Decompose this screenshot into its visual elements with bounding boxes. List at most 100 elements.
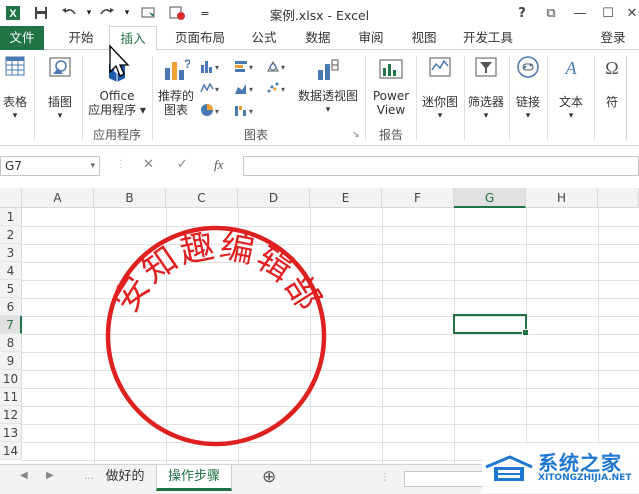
links-label: 链接 (515, 95, 540, 109)
group-label-apps: 应用程序 (92, 128, 141, 142)
power-view-button[interactable]: Power View (369, 56, 413, 117)
red-stamp[interactable]: 安知趣编辑部 (0, 188, 639, 464)
svg-text:▾: ▾ (215, 85, 219, 94)
column-chart-icon[interactable]: ▾ (200, 58, 222, 74)
tab-file[interactable]: 文件 (0, 26, 44, 50)
help-button[interactable]: ? (512, 3, 532, 23)
pivot-chart-button[interactable]: 数据透视图 ▾ (296, 56, 360, 117)
symbols-icon: Ω (597, 54, 627, 83)
tab-split-handle-icon[interactable]: ⋮ (380, 472, 390, 483)
illustrations-dropdown-icon: ▾ (57, 111, 63, 121)
group-separator (152, 56, 153, 140)
sparklines-label: 迷你图 (421, 95, 458, 109)
tab-formulas[interactable]: 公式 (242, 26, 286, 50)
sparklines-dropdown-icon: ▾ (437, 111, 443, 121)
text-button[interactable]: A 文本 ▾ (551, 54, 591, 123)
ribbon-display-button[interactable]: ⧉ (541, 3, 561, 23)
recommended-charts-label-2: 图表 (163, 103, 188, 117)
group-separator (547, 56, 548, 140)
group-label-reports: 报告 (378, 128, 403, 142)
svg-text:▾: ▾ (215, 63, 219, 72)
more-sheets-icon[interactable]: … (84, 471, 94, 482)
recommended-charts-label-1: 推荐的 (157, 89, 194, 103)
bar-chart-icon[interactable]: ▾ (234, 58, 256, 74)
dialog-launcher-icon[interactable]: ↘ (352, 130, 360, 140)
insert-function-button[interactable]: fx (214, 157, 223, 173)
text-dropdown-icon: ▾ (568, 111, 574, 121)
table-button[interactable]: 表格 ▾ (0, 54, 30, 123)
sparklines-button[interactable]: 迷你图 ▾ (418, 54, 462, 123)
add-sheet-button[interactable]: ⊕ (262, 467, 276, 487)
table-dropdown-icon: ▾ (12, 111, 18, 121)
group-separator (509, 56, 510, 140)
formula-bar-handle-icon: ⋮ (116, 159, 126, 170)
tab-view[interactable]: 视图 (402, 26, 446, 50)
minimize-button[interactable]: — (570, 3, 590, 23)
recommended-charts-icon: ? (156, 56, 196, 87)
stamp-text: 安知趣编辑部 (106, 226, 329, 320)
scroll-left-icon[interactable]: ◀ (20, 470, 28, 481)
sheet-tab-done[interactable]: 做好的 (96, 465, 154, 491)
table-label: 表格 (2, 95, 27, 109)
group-separator (82, 56, 83, 140)
name-box[interactable]: G7 ▾ (0, 156, 100, 176)
symbols-button[interactable]: Ω 符 (597, 54, 627, 109)
watermark: 系统之家 XITONGZHIJIA.NET (482, 443, 639, 493)
scroll-right-icon[interactable]: ▶ (46, 470, 54, 481)
illustrations-label: 插图 (47, 95, 72, 109)
signin-link[interactable]: 登录 (593, 26, 633, 50)
group-separator (464, 56, 465, 140)
hierarchy-chart-icon[interactable]: ▾ (266, 58, 288, 74)
tab-page-layout[interactable]: 页面布局 (168, 26, 232, 50)
ribbon-scroll[interactable] (626, 56, 639, 140)
svg-text:▾: ▾ (215, 107, 219, 116)
tab-review[interactable]: 审阅 (349, 26, 393, 50)
illustrations-icon (40, 54, 80, 83)
waterfall-chart-icon[interactable]: ▾ (234, 102, 256, 118)
svg-text:▾: ▾ (281, 85, 285, 94)
pie-chart-icon[interactable]: ▾ (200, 102, 222, 118)
symbols-label: 符 (605, 95, 618, 109)
group-label-charts: 图表 (243, 128, 268, 142)
tab-home[interactable]: 开始 (58, 26, 104, 50)
recommended-charts-button[interactable]: ? 推荐的 图表 (156, 56, 196, 117)
power-view-label-1: Power (372, 89, 410, 103)
worksheet-grid[interactable]: A B C D E F G H 1 2 3 4 5 6 7 8 9 10 11 … (0, 188, 639, 464)
formula-input[interactable] (243, 156, 639, 176)
svg-text:▾: ▾ (249, 107, 253, 116)
stamp-text-path: 安知趣编辑部 (106, 226, 327, 320)
cancel-entry-button[interactable]: ✕ (143, 157, 154, 172)
confirm-entry-button[interactable]: ✓ (177, 157, 188, 172)
power-view-icon (369, 56, 413, 87)
sheet-tab-steps[interactable]: 操作步骤 (156, 465, 232, 491)
power-view-label-2: View (376, 103, 406, 117)
office-apps-label-1: Office (99, 89, 135, 103)
group-separator (365, 56, 366, 140)
group-separator (594, 56, 595, 140)
formula-bar: G7 ▾ ⋮ ✕ ✓ fx (0, 152, 639, 180)
filters-button[interactable]: 筛选器 ▾ (466, 54, 506, 123)
svg-text:▾: ▾ (249, 63, 253, 72)
group-separator (34, 56, 35, 140)
links-dropdown-icon: ▾ (525, 111, 531, 121)
close-button[interactable]: ✕ (622, 3, 639, 23)
name-box-dropdown-icon[interactable]: ▾ (90, 157, 95, 175)
tab-data[interactable]: 数据 (296, 26, 340, 50)
svg-text:A: A (565, 58, 578, 78)
scatter-chart-icon[interactable]: ▾ (266, 80, 288, 96)
pivot-chart-dropdown-icon: ▾ (325, 105, 331, 115)
filters-label: 筛选器 (467, 95, 504, 109)
illustrations-button[interactable]: 插图 ▾ (40, 54, 80, 123)
area-chart-icon[interactable]: ▾ (234, 80, 256, 96)
line-chart-icon[interactable]: ▾ (200, 80, 222, 96)
office-apps-label-2: 应用程序 ▾ (88, 103, 146, 117)
link-icon (511, 54, 545, 83)
tab-developer[interactable]: 开发工具 (456, 26, 520, 50)
ribbon-tabs: 文件 开始 插入 页面布局 公式 数据 审阅 视图 开发工具 登录 (0, 26, 639, 51)
links-button[interactable]: 链接 ▾ (511, 54, 545, 123)
sparklines-icon (418, 54, 462, 83)
maximize-button[interactable]: ☐ (598, 3, 618, 23)
ribbon-insert: 表格 ▾ 插图 ▾ Office 应用程序 ▾ 应用程序 ? 推荐的 图表 ▾ … (0, 44, 639, 146)
filters-icon (466, 54, 506, 83)
svg-text:Ω: Ω (605, 58, 618, 78)
